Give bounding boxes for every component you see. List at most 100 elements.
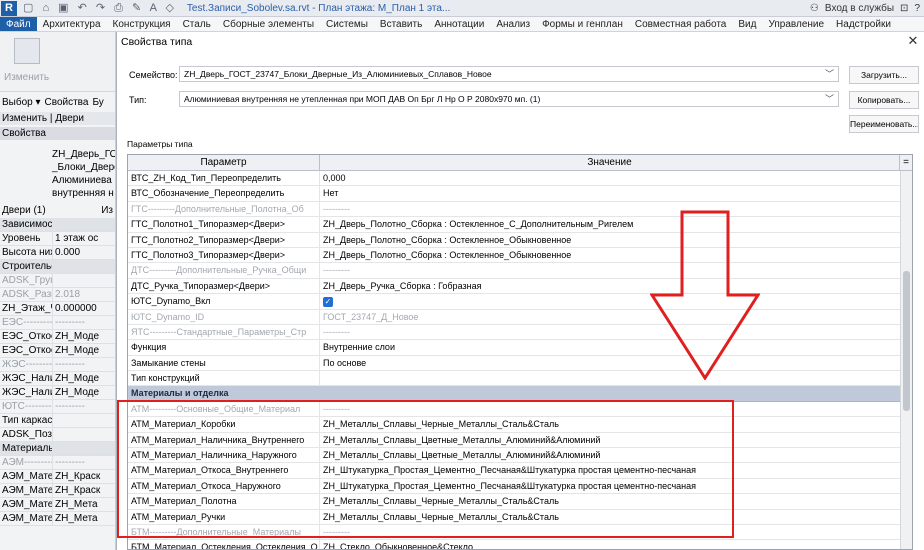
property-row[interactable]: Высота нижн...0.000 — [0, 246, 115, 260]
parameter-row[interactable]: АТМ_Материал_Откоса_Внутреннего ZH_Штукат… — [128, 463, 912, 479]
parameter-row[interactable]: ЮТС_Dynamo_ID ГОСТ_23747_Д_Новое — [128, 309, 912, 325]
rename-button[interactable]: Переименовать... — [849, 115, 919, 133]
tab-architecture[interactable]: Архитектура — [37, 19, 107, 30]
tab-manage[interactable]: Управление — [762, 19, 830, 30]
parameter-value[interactable]: --------- — [320, 525, 900, 539]
parameter-value[interactable]: ZH_Дверь_Полотно_Сборка : Остекленное_Об… — [320, 248, 900, 262]
chevron-down-icon[interactable]: ﹀ — [825, 67, 834, 81]
property-value[interactable]: ZH_Моде — [52, 372, 115, 385]
parameter-value[interactable]: ZH_Металлы_Сплавы_Цветные_Металлы_Алюмин… — [320, 448, 900, 462]
quick-access-toolbar[interactable]: ▢ ⌂ ▣ ↶ ↷ ⎙ ✎ A ◇ — [23, 1, 177, 15]
category-row[interactable]: Зависимости — [0, 218, 115, 232]
parameter-value[interactable]: ZH_Дверь_Полотно_Сборка : Остекленное_Об… — [320, 233, 900, 247]
edit-type-button[interactable]: Из — [101, 204, 113, 217]
parameter-row[interactable]: ГТС_Полотно3_Типоразмер<Двери> ZH_Дверь_П… — [128, 247, 912, 264]
property-row[interactable]: ЕЭС---------Д...--------- — [0, 316, 115, 330]
parameter-value[interactable]: По основе — [320, 356, 900, 370]
instance-filter-row[interactable]: Двери (1) Из — [0, 204, 115, 217]
parameter-value[interactable]: ZH_Металлы_Сплавы_Черные_Металлы_Сталь&С… — [320, 417, 900, 431]
family-combo[interactable]: ZH_Дверь_ГОСТ_23747_Блоки_Дверные_Из_Алю… — [179, 66, 839, 82]
tab-view[interactable]: Вид — [732, 19, 762, 30]
category-row[interactable]: Материалы и отделка — [0, 442, 115, 456]
property-row[interactable]: АЭМ---------...--------- — [0, 456, 115, 470]
parameter-row[interactable]: АТМ_Материал_Наличника_Наружного ZH_Метал… — [128, 448, 912, 464]
parameter-row[interactable]: АТМ_Материал_Откоса_Наружного ZH_Штукатур… — [128, 478, 912, 495]
property-value[interactable]: --------- — [52, 456, 115, 469]
parameter-value[interactable]: ZH_Стекло_Обыкновенное&Стекло — [320, 540, 900, 549]
parameter-row[interactable]: АТМ---------Основные_Общие_Материал -----… — [128, 401, 912, 418]
property-value[interactable]: ZH_Краск — [52, 470, 115, 483]
property-value[interactable] — [52, 274, 115, 287]
property-value[interactable]: 1 этаж ос — [52, 232, 115, 245]
parameter-row[interactable]: АТМ_Материал_Наличника_Внутреннего ZH_Мет… — [128, 432, 912, 449]
tab-collaborate[interactable]: Совместная работа — [629, 19, 733, 30]
tab-annotate[interactable]: Аннотации — [428, 19, 490, 30]
close-icon[interactable]: ✕ — [906, 34, 920, 48]
tab-massing[interactable]: Формы и генплан — [536, 19, 629, 30]
parameter-value[interactable]: ZH_Металлы_Сплавы_Черные_Металлы_Сталь&С… — [320, 494, 900, 508]
parameter-row[interactable]: Тип конструкций — [128, 371, 912, 387]
tab-precast[interactable]: Сборные элементы — [217, 19, 320, 30]
parameter-value[interactable]: ZH_Штукатурка_Простая_Цементно_Песчаная&… — [320, 479, 900, 493]
property-row[interactable]: ADSK_Позиция — [0, 428, 115, 442]
property-value[interactable]: --------- — [52, 316, 115, 329]
column-header-formula[interactable]: = — [900, 155, 912, 170]
property-value[interactable]: 0.000000 — [52, 302, 115, 315]
property-row[interactable]: АЭМ_Матери...ZH_Мета — [0, 512, 115, 526]
build-tab-label[interactable]: Бу — [92, 97, 103, 108]
parameter-value[interactable]: Внутренние слои — [320, 340, 900, 354]
parameter-checkbox-cell[interactable]: ✓ — [320, 294, 900, 308]
property-value[interactable]: ZH_Мета — [52, 498, 115, 511]
group-header-row[interactable]: Материалы и отделка — [128, 386, 912, 402]
parameter-row[interactable]: ДТС---------Дополнительные_Ручка_Общи ---… — [128, 263, 912, 279]
parameter-value[interactable]: --------- — [320, 263, 900, 277]
parameter-row[interactable]: АТМ_Материал_Полотна ZH_Металлы_Сплавы_Че… — [128, 494, 912, 510]
parameter-value[interactable]: 0,000 — [320, 171, 900, 185]
column-header-parameter[interactable]: Параметр — [128, 155, 320, 170]
property-value[interactable]: ZH_Краск — [52, 484, 115, 497]
property-value[interactable]: 2.018 — [52, 288, 115, 301]
property-value[interactable]: --------- — [52, 358, 115, 371]
property-row[interactable]: ЖЭС---------...--------- — [0, 358, 115, 372]
property-value[interactable]: ZH_Моде — [52, 386, 115, 399]
parameter-value[interactable]: --------- — [320, 402, 900, 416]
property-row[interactable]: АЭМ_Матери...ZH_Краск — [0, 484, 115, 498]
parameter-value[interactable] — [320, 371, 900, 385]
parameter-value[interactable]: ZH_Штукатурка_Простая_Цементно_Песчаная&… — [320, 463, 900, 477]
signin-button[interactable]: Вход в службы — [825, 3, 894, 14]
tab-file[interactable]: Файл — [0, 17, 37, 31]
parameter-value[interactable]: --------- — [320, 325, 900, 339]
tab-insert[interactable]: Вставить — [374, 19, 428, 30]
parameter-value[interactable]: --------- — [320, 202, 900, 216]
tab-steel[interactable]: Сталь — [177, 19, 217, 30]
property-row[interactable]: ADSK_Размер...2.018 — [0, 288, 115, 302]
property-row[interactable]: ЕЭС_Откос_На...ZH_Моде — [0, 344, 115, 358]
property-value[interactable]: ZH_Моде — [52, 330, 115, 343]
property-row[interactable]: АЭМ_Матери...ZH_Краск — [0, 470, 115, 484]
parameter-row[interactable]: ЯТС---------Стандартные_Параметры_Стр ---… — [128, 324, 912, 341]
checkbox-checked-icon[interactable]: ✓ — [323, 296, 333, 307]
user-icon[interactable]: ⚇ — [810, 3, 819, 14]
property-row[interactable]: ZH_Этаж_Чис...0.000000 — [0, 302, 115, 316]
property-value[interactable]: --------- — [52, 400, 115, 413]
tab-addins[interactable]: Надстройки — [830, 19, 897, 30]
parameter-row[interactable]: ВТС_Обозначение_Переопределить Нет — [128, 186, 912, 202]
parameter-row[interactable]: ГТС_Полотно2_Типоразмер<Двери> ZH_Дверь_П… — [128, 232, 912, 248]
parameter-row[interactable]: ГТС_Полотно1_Типоразмер<Двери> ZH_Дверь_П… — [128, 217, 912, 233]
parameter-value[interactable]: ZH_Металлы_Сплавы_Черные_Металлы_Сталь&С… — [320, 510, 900, 524]
property-value[interactable]: ZH_Моде — [52, 344, 115, 357]
modify-label[interactable]: Изменить — [4, 72, 49, 83]
load-button[interactable]: Загрузить... — [849, 66, 919, 84]
parameter-value[interactable]: ГОСТ_23747_Д_Новое — [320, 310, 900, 324]
parameter-row[interactable]: АТМ_Материал_Ручки ZH_Металлы_Сплавы_Черн… — [128, 509, 912, 525]
parameter-value[interactable]: ZH_Дверь_Полотно_Сборка : Остекленное_С_… — [320, 217, 900, 231]
parameter-row[interactable]: ГТС---------Дополнительные_Полотна_Об ---… — [128, 201, 912, 218]
instance-filter[interactable]: Двери (1) — [2, 204, 46, 217]
property-row[interactable]: Уровень 1 этаж ос — [0, 232, 115, 246]
property-row[interactable]: Тип каркаса — [0, 414, 115, 428]
property-row[interactable]: ЖЭС_Наличн...ZH_Моде — [0, 386, 115, 400]
parameter-row[interactable]: БТМ_Материал_Остекления_Остекления_О ZH_С… — [128, 540, 912, 549]
property-row[interactable]: ADSK_Группи... — [0, 274, 115, 288]
parameter-value[interactable]: Нет — [320, 186, 900, 200]
parameter-value[interactable]: ZH_Металлы_Сплавы_Цветные_Металлы_Алюмин… — [320, 433, 900, 447]
